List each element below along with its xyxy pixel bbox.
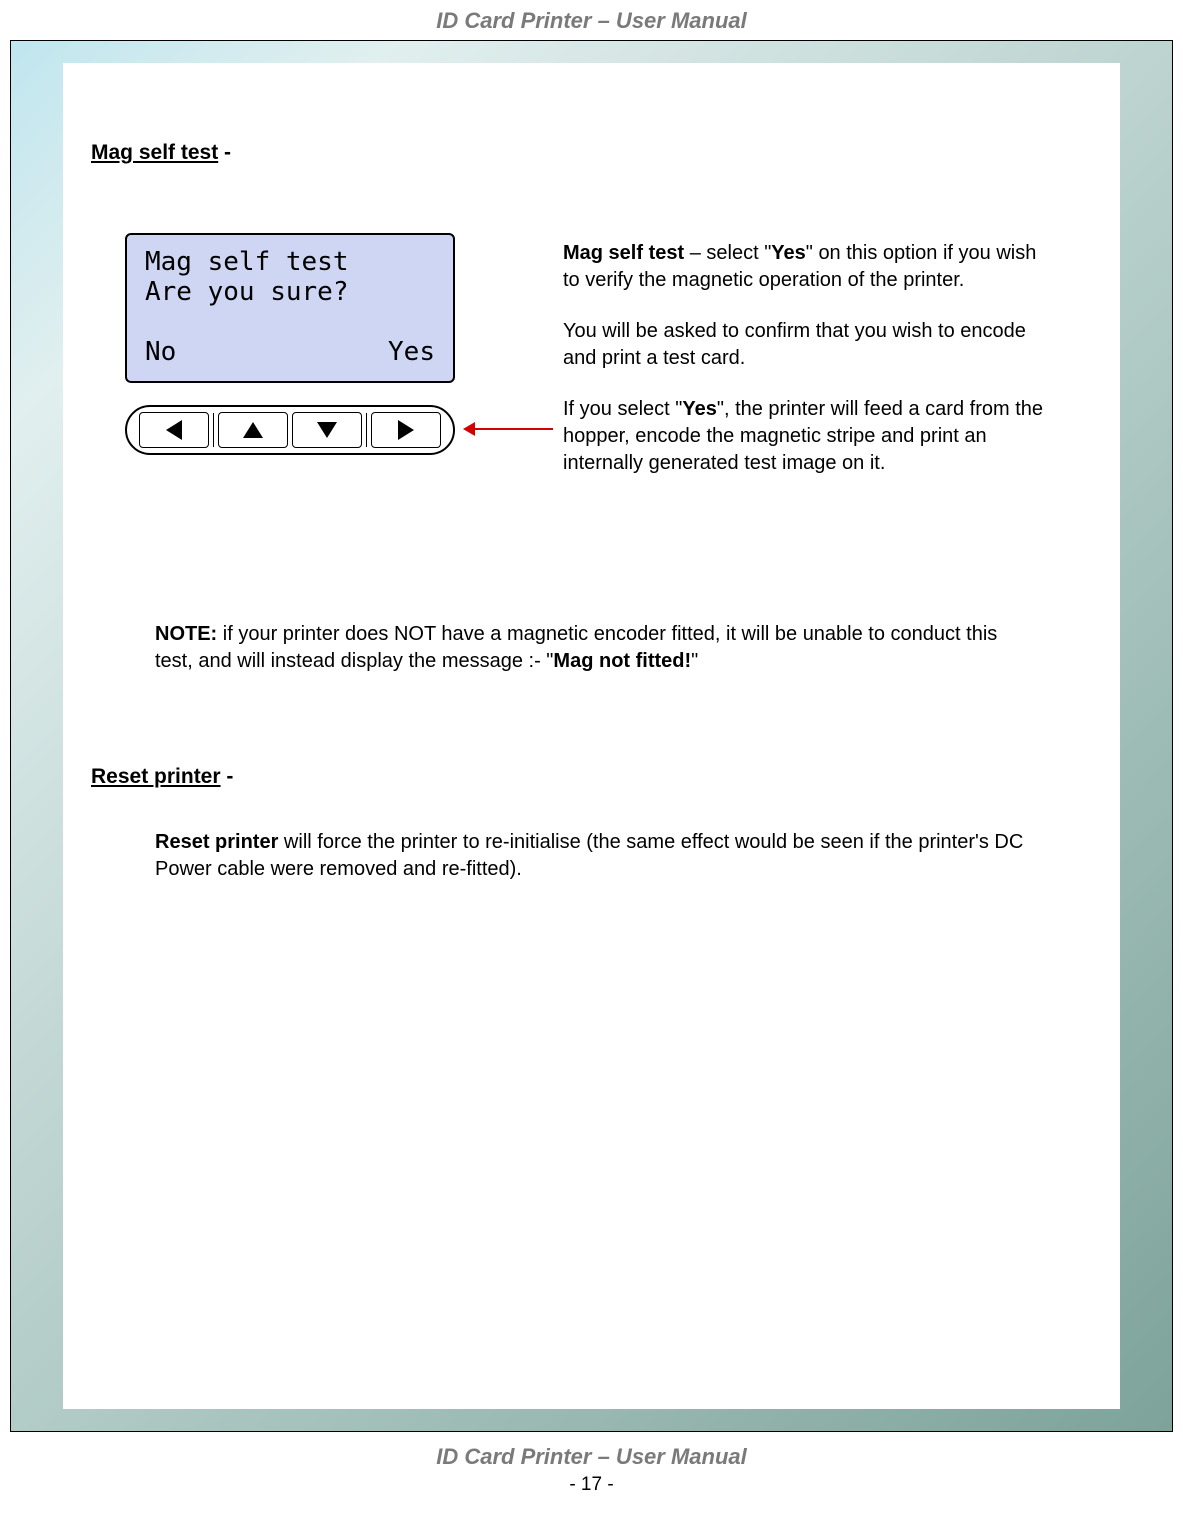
mag-desc-p3-a: If you select " — [563, 398, 682, 420]
lcd-line-1: Mag self test — [145, 247, 435, 277]
button-divider — [366, 413, 367, 447]
lcd-line-2: Are you sure? — [145, 277, 435, 307]
printer-lcd-diagram: Mag self test Are you sure? No Yes — [125, 233, 475, 455]
mag-desc-p1-bold: Mag self test — [563, 242, 684, 264]
manual-page: ID Card Printer – User Manual Mag self t… — [0, 0, 1183, 1524]
mag-note-block: NOTE: if your printer does NOT have a ma… — [155, 621, 1025, 675]
mag-desc-p2: You will be asked to confirm that you wi… — [563, 318, 1043, 372]
footer-title: ID Card Printer – User Manual — [0, 1444, 1183, 1470]
lcd-option-yes: Yes — [388, 337, 435, 367]
page-body: Mag self test - Mag self test Are you su… — [63, 63, 1120, 1409]
triangle-up-icon — [243, 422, 263, 438]
triangle-left-icon — [166, 420, 182, 440]
mag-desc-p1: Mag self test – select "Yes" on this opt… — [563, 240, 1043, 294]
lcd-screen: Mag self test Are you sure? No Yes — [125, 233, 455, 383]
nav-down-button — [292, 412, 362, 448]
nav-up-button — [218, 412, 288, 448]
heading-mag-self-test: Mag self test - — [91, 141, 231, 165]
triangle-right-icon — [398, 420, 414, 440]
triangle-down-icon — [317, 422, 337, 438]
reset-description-block: Reset printer will force the printer to … — [155, 829, 1025, 883]
page-frame: Mag self test - Mag self test Are you su… — [10, 40, 1173, 1432]
mag-note-label: NOTE: — [155, 623, 217, 645]
reset-desc-bold: Reset printer — [155, 831, 278, 853]
heading-reset-printer: Reset printer - — [91, 765, 233, 789]
heading-reset-suffix: - — [221, 765, 234, 788]
mag-note-body-b: " — [691, 650, 698, 672]
nav-button-bar — [125, 405, 455, 455]
nav-left-button — [139, 412, 209, 448]
mag-desc-p3-yes: Yes — [682, 398, 716, 420]
footer-page-number: - 17 - — [0, 1474, 1183, 1496]
reset-desc-p1: Reset printer will force the printer to … — [155, 829, 1025, 883]
mag-desc-p3: If you select "Yes", the printer will fe… — [563, 396, 1043, 477]
lcd-option-no: No — [145, 337, 176, 367]
nav-right-button — [371, 412, 441, 448]
heading-mag-suffix: - — [218, 141, 231, 164]
mag-note-bold: Mag not fitted! — [553, 650, 691, 672]
heading-mag-self-test-text: Mag self test — [91, 141, 218, 164]
mag-desc-p1-yes: Yes — [771, 242, 805, 264]
mag-note-text: NOTE: if your printer does NOT have a ma… — [155, 621, 1025, 675]
button-divider — [213, 413, 214, 447]
mag-desc-p1-a: – select " — [684, 242, 771, 264]
mag-description-block: Mag self test – select "Yes" on this opt… — [563, 240, 1043, 501]
heading-reset-printer-text: Reset printer — [91, 765, 221, 788]
red-arrow-icon — [473, 428, 553, 430]
header-title: ID Card Printer – User Manual — [0, 8, 1183, 34]
reset-desc-rest: will force the printer to re-initialise … — [155, 831, 1023, 880]
